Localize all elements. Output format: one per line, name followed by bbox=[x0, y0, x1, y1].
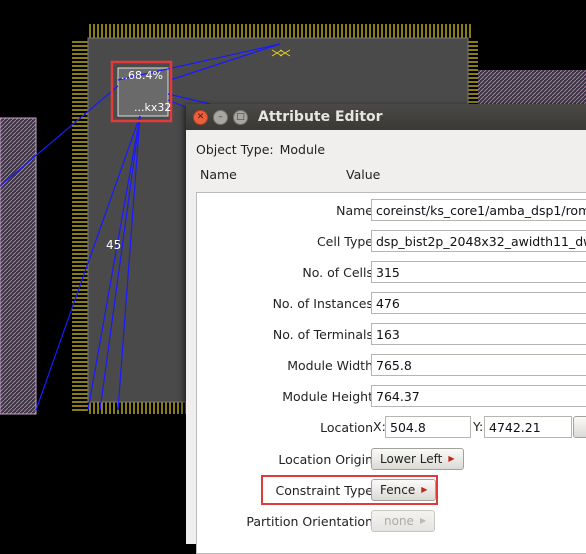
partition-orientation-dropdown[interactable]: none ▶ bbox=[371, 510, 436, 532]
attr-label: Name bbox=[336, 203, 373, 218]
instances-field[interactable]: 476 bbox=[371, 292, 586, 314]
attr-label: Partition Orientation bbox=[246, 514, 373, 529]
constraint-type-highlight bbox=[261, 475, 438, 505]
partition-orientation-value: none bbox=[384, 514, 414, 528]
module-height-field[interactable]: 764.37 bbox=[371, 385, 586, 407]
attr-label: No. of Terminals bbox=[272, 327, 373, 342]
maximize-icon[interactable]: □ bbox=[233, 109, 248, 125]
cell-name-label: ...kx32 bbox=[134, 101, 172, 114]
dialog-title: Attribute Editor bbox=[258, 109, 383, 125]
attribute-editor-dialog: ✕ – □ Attribute Editor Object Type: Modu… bbox=[186, 104, 586, 554]
attr-row-instances: No. of Instances 476 bbox=[197, 289, 586, 319]
attr-label: Module Height bbox=[282, 389, 373, 404]
titlebar[interactable]: ✕ – □ Attribute Editor bbox=[186, 104, 586, 130]
attr-row-height: Module Height 764.37 bbox=[197, 382, 586, 412]
minimize-icon[interactable]: – bbox=[213, 109, 228, 125]
top-pin-row bbox=[88, 24, 472, 38]
left-pin-column bbox=[72, 40, 88, 412]
attr-row-width: Module Width 765.8 bbox=[197, 351, 586, 381]
attr-row-location: Location X: 504.8 Y: 4742.21 bbox=[197, 413, 586, 443]
attr-label: Location Origin bbox=[278, 452, 373, 467]
object-type: Object Type: Module bbox=[196, 142, 325, 157]
attr-row-location-origin: Location Origin Lower Left ▶ bbox=[197, 445, 586, 475]
attr-label: No. of Cells bbox=[302, 265, 373, 280]
x-label: X: bbox=[373, 419, 386, 434]
attr-label: Module Width bbox=[287, 358, 373, 373]
module-width-field[interactable]: 765.8 bbox=[371, 354, 586, 376]
object-type-label: Object Type: bbox=[196, 142, 274, 157]
column-header-name: Name bbox=[200, 167, 237, 182]
cell-type-field[interactable]: dsp_bist2p_2048x32_awidth11_dwidth bbox=[371, 230, 586, 252]
location-origin-value: Lower Left bbox=[380, 452, 443, 466]
net-count-label: 45 bbox=[106, 238, 122, 252]
cells-field[interactable]: 315 bbox=[371, 261, 586, 283]
close-icon[interactable]: ✕ bbox=[193, 109, 208, 125]
location-origin-dropdown[interactable]: Lower Left ▶ bbox=[371, 448, 464, 470]
attr-row-name: Name coreinst/ks_core1/amba_dsp1/rom2p_ bbox=[197, 196, 586, 226]
left-module[interactable] bbox=[0, 117, 37, 415]
attr-row-cells: No. of Cells 315 bbox=[197, 258, 586, 288]
cell-percent-label: ..68.4% bbox=[121, 69, 163, 82]
terminals-field[interactable]: 163 bbox=[371, 323, 586, 345]
attr-label: Cell Type bbox=[316, 234, 373, 249]
attr-label: Location bbox=[320, 420, 373, 435]
location-x-field[interactable]: 504.8 bbox=[385, 416, 471, 438]
location-pick-button[interactable] bbox=[573, 416, 586, 438]
attr-row-cell-type: Cell Type dsp_bist2p_2048x32_awidth11_dw… bbox=[197, 227, 586, 257]
location-y-field[interactable]: 4742.21 bbox=[484, 416, 572, 438]
object-type-value: Module bbox=[279, 142, 326, 157]
triangle-right-icon: ▶ bbox=[419, 516, 427, 525]
attr-label: No. of Instances bbox=[272, 296, 373, 311]
name-field[interactable]: coreinst/ks_core1/amba_dsp1/rom2p_ bbox=[371, 199, 586, 221]
attr-row-terminals: No. of Terminals 163 bbox=[197, 320, 586, 350]
triangle-right-icon: ▶ bbox=[448, 454, 455, 463]
column-header-value: Value bbox=[346, 167, 381, 182]
y-label: Y: bbox=[473, 419, 484, 434]
attr-row-partition-orientation: Partition Orientation none ▶ bbox=[197, 507, 586, 537]
